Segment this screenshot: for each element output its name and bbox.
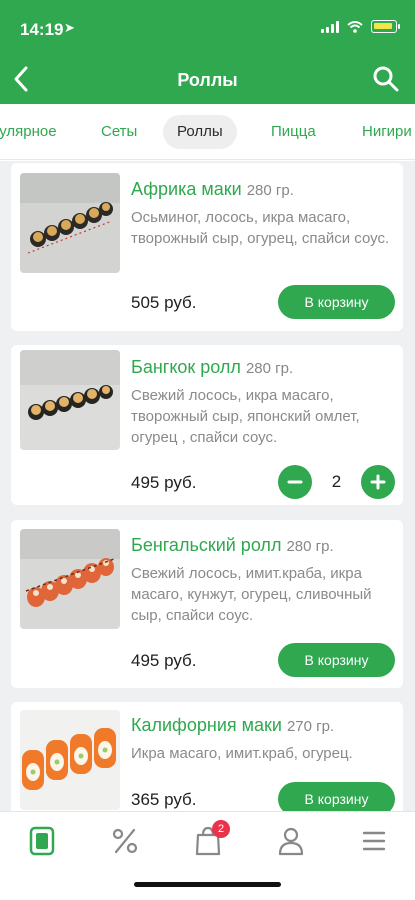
product-description: Свежий лосось, имит.краба, икра масаго, … (131, 565, 372, 624)
product-price: 365 руб. (131, 790, 197, 809)
decrease-quantity-button[interactable] (278, 465, 312, 499)
product-weight: 280 гр. (246, 182, 294, 199)
product-description: Осьминог, лосось, икра масаго, творожный… (131, 209, 390, 247)
search-button[interactable] (371, 64, 401, 94)
product-weight: 270 гр. (286, 718, 335, 735)
product-image[interactable] (20, 173, 120, 273)
hamburger-menu-icon (362, 831, 386, 851)
product-list[interactable]: Африка маки 280 гр. Осьминог, лосось, ик… (0, 161, 415, 811)
signal-icon (321, 20, 339, 33)
product-name: Бенгальский ролл (131, 535, 282, 555)
tab-popular[interactable]: Популярное (0, 115, 57, 149)
plus-icon (370, 474, 386, 490)
product-name-line: Калифорния маки 270 гр. (131, 715, 334, 736)
header: 14:19 ➤ Роллы (0, 0, 415, 104)
product-price: 505 руб. (131, 293, 197, 312)
percent-icon (112, 828, 138, 854)
increase-quantity-button[interactable] (361, 465, 395, 499)
add-to-cart-button[interactable]: В корзину (278, 285, 395, 319)
add-to-cart-button[interactable]: В корзину (278, 643, 395, 677)
add-to-cart-button[interactable]: В корзину (278, 782, 395, 811)
product-image[interactable] (20, 529, 120, 629)
product-name: Калифорния маки (131, 715, 282, 735)
battery-icon (371, 20, 400, 33)
product-card[interactable]: Бенгальский ролл 280 гр. Свежий лосось, … (11, 520, 403, 688)
minus-icon (287, 480, 303, 484)
location-arrow-icon: ➤ (64, 20, 75, 35)
tabbar-profile[interactable] (271, 826, 311, 856)
product-image[interactable] (20, 350, 120, 450)
category-tabs: Популярное Сеты Роллы Пицца Нигири (0, 104, 415, 160)
tab-rolls[interactable]: Роллы (163, 115, 237, 149)
tab-pizza[interactable]: Пицца (271, 115, 316, 149)
product-price: 495 руб. (131, 651, 197, 670)
tabbar-menu[interactable] (22, 826, 62, 856)
product-description: Свежий лосось, икра масаго, творожный сы… (131, 387, 360, 446)
status-icons (321, 20, 400, 33)
product-image[interactable] (20, 710, 120, 810)
quantity-value: 2 (331, 472, 342, 491)
tabbar-promotions[interactable] (105, 826, 145, 856)
tab-nigiri[interactable]: Нигири (362, 115, 412, 149)
search-icon (373, 66, 399, 92)
tab-sets[interactable]: Сеты (101, 115, 137, 149)
cart-badge: 2 (212, 820, 230, 838)
product-name-line: Африка маки 280 гр. (131, 179, 294, 200)
product-weight: 280 гр. (245, 360, 294, 377)
wifi-icon (347, 20, 363, 33)
home-indicator (134, 882, 281, 887)
product-card[interactable]: Калифорния маки 270 гр. Икра масаго, ими… (11, 702, 403, 811)
product-card[interactable]: Бангкок ролл 280 гр. Свежий лосось, икра… (11, 345, 403, 505)
tabbar-cart[interactable]: 2 (188, 820, 230, 856)
menu-book-icon (29, 826, 55, 856)
product-name: Бангкок ролл (131, 357, 241, 377)
product-name-line: Бангкок ролл 280 гр. (131, 357, 293, 378)
page-title: Роллы (177, 70, 238, 90)
product-weight: 280 гр. (286, 538, 334, 555)
status-time: 14:19 (20, 20, 64, 39)
product-name: Африка маки (131, 179, 242, 199)
profile-icon (278, 827, 304, 856)
product-price: 495 руб. (131, 473, 197, 492)
tabbar-more[interactable] (354, 826, 394, 856)
product-description: Икра масаго, имит.краб, огурец. (131, 745, 353, 762)
product-card[interactable]: Африка маки 280 гр. Осьминог, лосось, ик… (11, 163, 403, 331)
product-name-line: Бенгальский ролл 280 гр. (131, 535, 334, 556)
quantity-stepper: 2 (278, 465, 395, 499)
